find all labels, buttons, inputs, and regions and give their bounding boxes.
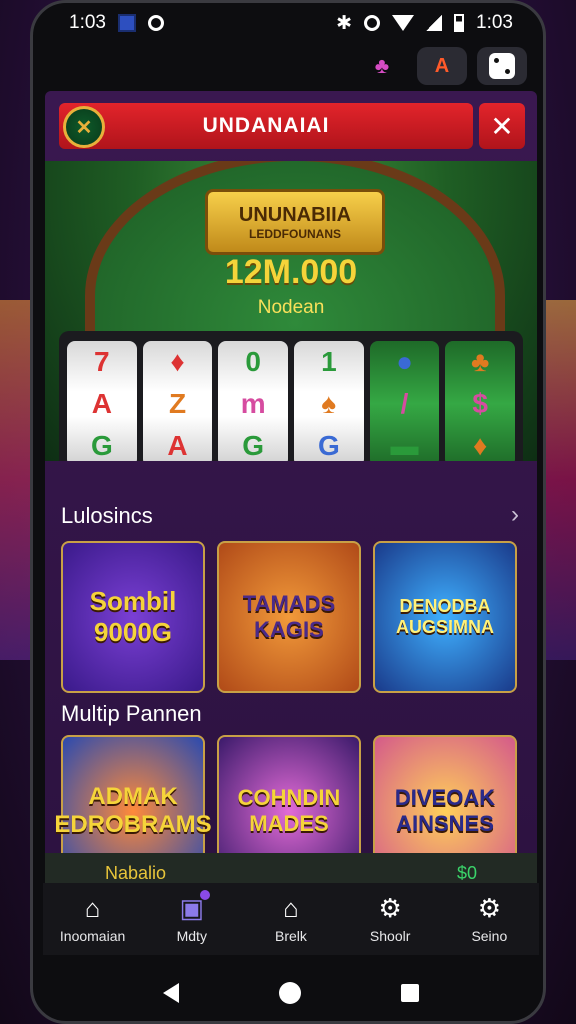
nav-item-seino[interactable]: ⚙ Seino [444,894,534,944]
page-title: UNDANAIAI [202,114,330,137]
game-tile-label: ADMAK EDROBRAMS [54,783,212,838]
reel-6: ♣ $ ♦ [445,341,516,461]
reel-symbol: ♠ [321,388,337,419]
letter-badge: A [434,54,450,77]
reel-symbol: $ [472,388,488,419]
reel-4: 1 ♠ G [294,341,364,461]
reel-symbol: ♦ [473,430,488,461]
game-tile[interactable]: TAMADS KAGIS [217,541,361,693]
reel-symbol: G [317,430,340,461]
reel-1: 7 A G [67,341,137,461]
hero-banner: UNUNABIIA LEDDFOUNANS [205,189,385,255]
bottom-nav: ⌂ Inoomaian ▣ Mdty ⌂ Brelk ⚙ Shoolr ⚙ Se… [43,883,539,955]
nav-label: Inoomaian [59,928,126,944]
nav-label: Shoolr [369,928,411,944]
gear-group-icon: ⚙ [378,893,402,923]
jackpot-label: Nodean [257,297,325,318]
game-tile-label: TAMADS KAGIS [242,591,336,642]
home-icon: ⌂ [84,893,101,923]
chevron-right-icon[interactable]: › [511,501,519,529]
reel-symbol: ▬ [390,430,419,461]
game-tile[interactable]: DENODBA AUGSIMNA [373,541,517,693]
section-title-2: Multip Pannen [61,701,202,726]
status-time: 1:03 [69,12,106,33]
reel-symbol: A [91,388,112,419]
header-title-box: UNDANAIAI [59,103,473,149]
sync-icon [147,15,164,31]
nav-label: Mdty [176,928,207,944]
promo-peek-left: Nabalio [105,862,167,883]
nav-label: Brelk [275,928,307,944]
game-tile-label: Sombil 9000G [89,586,177,647]
reel-symbol: ♦ [170,346,185,377]
recents-icon[interactable] [401,984,419,1002]
system-nav-bar [33,959,543,1021]
house-outline-icon: ⌂ [283,893,299,923]
top-action-strip: ♣ A [357,47,527,85]
game-tile[interactable]: Sombil 9000G [61,541,205,693]
game-panel: ✕ UNDANAIAI ✕ UNUNABIIA LEDDFOUNANS 12M.… [45,91,537,891]
cards-icon: ▣ [179,890,211,922]
dice-icon [489,53,515,79]
reel-symbol: G [242,430,265,461]
dice-avatar-button[interactable] [477,47,527,85]
status-bar: 1:03 ✱ 1:03 [33,3,543,43]
battery-icon [454,14,465,32]
hero-jackpot[interactable]: UNUNABIIA LEDDFOUNANS 12M.000 Nodean 7 A… [45,161,537,461]
logo-emblem-icon: ✕ [63,106,105,148]
battery-text: 1:03 [476,12,513,33]
jackpot-value: 12M.000 [224,253,358,291]
alarm-icon [364,15,381,31]
letter-badge-button[interactable]: A [417,47,467,85]
reel-symbol: 0 [245,346,261,377]
bluetooth-icon: ✱ [336,12,353,34]
phone-frame: 1:03 ✱ 1:03 ♣ A ✕ UNDANAIAI ✕ UNUNABIIA … [30,0,546,1024]
reel-symbol: Z [168,388,187,419]
slot-reels[interactable]: 7 A G ♦ Z A 0 m G 1 ♠ G ● / ▬ ♣ $ ♦ [59,331,523,461]
nav-item-brelk[interactable]: ⌂ Brelk [246,894,336,944]
reel-symbol: A [167,430,188,461]
game-tile-label: DIVEOAK AINSNES [394,785,496,836]
section-title-1: Lulosincs [61,503,153,528]
nav-item-home[interactable]: ⌂ Inoomaian [48,894,138,944]
chips-icon[interactable]: ♣ [357,47,407,85]
game-tile-label: DENODBA AUGSIMNA [396,596,494,637]
reel-symbol: 7 [94,346,110,377]
signal-icon [426,15,443,31]
game-tile-row-1: Sombil 9000G TAMADS KAGIS DENODBA AUGSIM… [61,541,517,693]
reel-symbol: m [240,388,266,419]
reel-symbol: G [90,430,113,461]
game-tile-label: COHNDIN MADES [237,785,341,836]
header-bar: ✕ UNDANAIAI ✕ [59,103,525,149]
notification-dot [200,890,211,900]
promo-peek-right: $0 [456,862,477,883]
reel-symbol: / [400,388,409,419]
banner-title: UNUNABIIA [238,203,352,226]
banner-subtitle: LEDDFOUNANS [249,226,341,241]
back-icon[interactable] [163,983,179,1003]
nav-item-mdty[interactable]: ▣ Mdty [147,890,237,944]
nav-label: Seino [471,928,508,944]
settings-icon: ⚙ [477,893,501,923]
reel-symbol: 1 [321,346,337,377]
reel-symbol: ● [396,346,413,377]
reel-2: ♦ Z A [142,341,213,461]
close-button[interactable]: ✕ [479,103,525,149]
reel-3: 0 m G [218,341,289,461]
home-circle-icon[interactable] [279,982,301,1004]
nav-item-shoolr[interactable]: ⚙ Shoolr [345,894,435,944]
reel-5: ● / ▬ [369,341,440,461]
reel-symbol: ♣ [471,346,490,377]
notification-icon [117,14,136,32]
wifi-icon [392,15,415,31]
